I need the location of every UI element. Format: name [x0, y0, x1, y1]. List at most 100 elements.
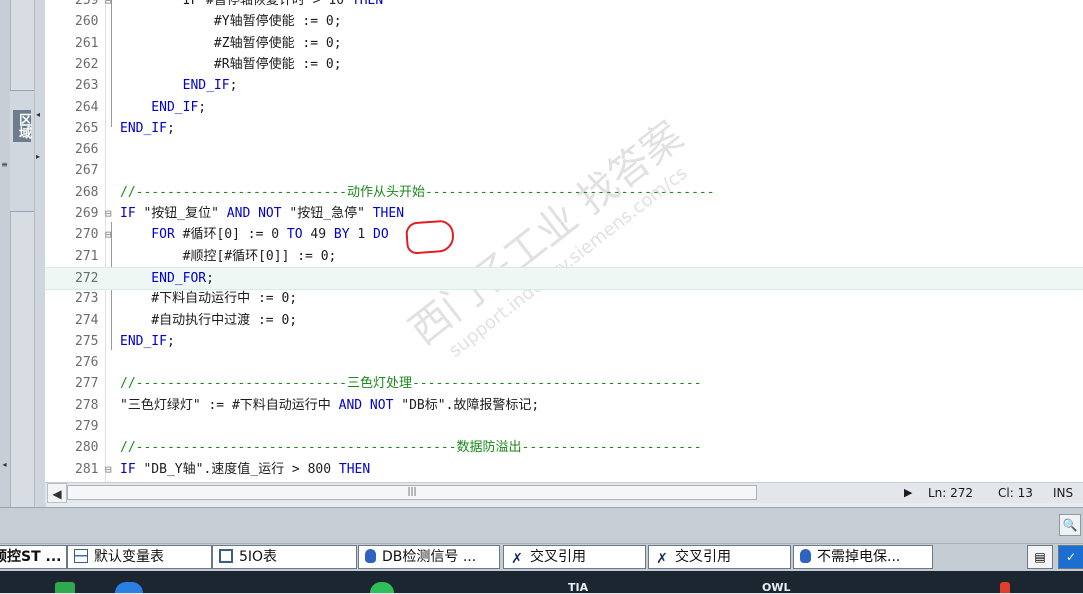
code-line[interactable]: 276: [45, 352, 1083, 373]
editor-taskbar: ▤ ✓ 顺控ST ... 默认变量表 5IO表 DB检测信号 ... ✗ 交叉引用 ✗ 交叉引…: [0, 543, 1083, 572]
checkbox-icon[interactable]: ✓: [1058, 545, 1083, 569]
app-icon[interactable]: OWL: [762, 581, 791, 594]
tia-portal-icon[interactable]: TIA: [568, 581, 588, 594]
code-line[interactable]: 271 #顺控[#循环[0]] := 0;: [45, 246, 1083, 267]
left-task-tab-label[interactable]: 区域: [13, 110, 31, 142]
editor-tab-label: 交叉引用: [675, 549, 731, 565]
line-indicator: Ln: 272: [928, 486, 974, 500]
code-line[interactable]: 280 //-----------------------------------…: [45, 437, 1083, 458]
code-line[interactable]: 272 END_FOR;: [45, 266, 1083, 290]
line-number: 280: [75, 440, 99, 456]
code-line[interactable]: 266: [45, 139, 1083, 160]
code-text: #顺控[#循环[0]] := 0;: [120, 248, 337, 264]
code-text: IF "DB_Y轴".速度值_运行 > 800 THEN: [120, 461, 371, 477]
code-text: #自动执行中过渡 := 0;: [120, 312, 298, 328]
editor-tab-label: 5IO表: [239, 549, 278, 565]
code-text: //--------------------------------------…: [120, 440, 702, 456]
horizontal-scrollbar[interactable]: ◀ |||: [45, 482, 900, 503]
code-line[interactable]: 278 "三色灯绿灯" := #下料自动运行中 AND NOT "DB标".故障报…: [45, 395, 1083, 416]
scroll-left-icon[interactable]: ◀: [47, 483, 67, 503]
line-number: 275: [75, 333, 99, 349]
code-line[interactable]: 262 #R轴暂停使能 := 0;: [45, 54, 1083, 75]
line-number: 277: [75, 376, 99, 392]
code-line[interactable]: 261 #Z轴暂停使能 := 0;: [45, 33, 1083, 54]
left-task-tab[interactable]: [10, 90, 35, 212]
editor-tab[interactable]: ✗ 交叉引用: [648, 545, 791, 569]
editor-tab[interactable]: DB检测信号 ...: [358, 545, 500, 569]
code-line[interactable]: 263 END_IF;: [45, 75, 1083, 96]
code-line[interactable]: 275 END_IF;: [45, 331, 1083, 352]
line-number: 267: [75, 163, 99, 179]
table-icon: [74, 549, 88, 563]
line-number: 265: [75, 120, 99, 136]
cross-ref-icon: ✗: [511, 551, 523, 567]
frame-icon: [219, 549, 233, 563]
left-panel: ≡ ◂ 区域 ◂ ▸: [0, 0, 46, 507]
line-number: 262: [75, 56, 99, 72]
code-line[interactable]: 268 //---------------------------动作从头开始--…: [45, 182, 1083, 203]
layout-icon[interactable]: ▤: [1027, 545, 1053, 569]
code-text: //---------------------------动作从头开始-----…: [120, 184, 715, 200]
code-line[interactable]: 273 #下料自动运行中 := 0;: [45, 288, 1083, 309]
app-icon[interactable]: [1000, 582, 1010, 593]
code-text: END_IF;: [120, 333, 175, 349]
code-line[interactable]: 267: [45, 160, 1083, 181]
code-text: #Y轴暂停使能 := 0;: [120, 14, 342, 30]
code-line[interactable]: 281 ⊟ IF "DB_Y轴".速度值_运行 > 800 THEN: [45, 459, 1083, 480]
lower-panel: 🔍: [0, 507, 1083, 544]
fold-toggle-icon[interactable]: ⊟: [105, 0, 117, 11]
code-text: //---------------------------三色灯处理------…: [120, 376, 702, 392]
fold-toggle-icon[interactable]: ⊟: [105, 203, 117, 224]
grip-icon: ≡: [1, 160, 8, 169]
editor-tab[interactable]: 顺控ST ...: [0, 545, 67, 569]
insert-mode-indicator: INS: [1053, 486, 1074, 500]
line-number: 271: [75, 248, 99, 264]
code-line[interactable]: 270 ⊟ FOR #循环[0] := 0 TO 49 BY 1 DO: [45, 224, 1083, 245]
code-line[interactable]: 264 END_IF;: [45, 97, 1083, 118]
chat-icon[interactable]: [370, 582, 394, 593]
code-line[interactable]: 260 #Y轴暂停使能 := 0;: [45, 11, 1083, 32]
code-line[interactable]: 277 //---------------------------三色灯处理---…: [45, 373, 1083, 394]
code-text: #R轴暂停使能 := 0;: [120, 56, 342, 72]
line-number: 266: [75, 142, 99, 158]
code-text: END_IF;: [120, 78, 238, 94]
zoom-icon[interactable]: 🔍: [1059, 514, 1081, 536]
line-number: 259: [75, 0, 99, 8]
app-icon[interactable]: [55, 582, 75, 593]
editor-tab[interactable]: 默认变量表: [67, 545, 212, 569]
chevron-right-icon[interactable]: ▶: [904, 483, 912, 503]
cross-ref-icon: ✗: [656, 551, 668, 567]
code-text: "三色灯绿灯" := #下料自动运行中 AND NOT "DB标".故障报警标记…: [120, 397, 540, 413]
editor-tab[interactable]: ✗ 交叉引用: [503, 545, 646, 569]
line-number: 276: [75, 355, 99, 371]
line-number: 269: [75, 206, 99, 221]
code-line[interactable]: 274 #自动执行中过渡 := 0;: [45, 310, 1083, 331]
line-number: 261: [75, 35, 99, 51]
chevron-left-icon[interactable]: ◂: [1, 460, 8, 470]
line-number: 273: [75, 291, 99, 307]
line-number: 281: [75, 461, 99, 477]
browser-icon[interactable]: [115, 582, 143, 593]
left-collapse-bar[interactable]: ≡ ◂: [0, 0, 11, 507]
line-number: 274: [75, 312, 99, 328]
code-line[interactable]: 279: [45, 416, 1083, 437]
editor-tab-label: 交叉引用: [530, 549, 586, 565]
line-number: 279: [75, 419, 99, 434]
db-icon: [365, 549, 376, 563]
code-line[interactable]: 259 ⊟ IF #暂停轴恢复计时 > 10 THEN: [45, 0, 1083, 11]
chevron-right-icon[interactable]: ▸: [36, 152, 40, 161]
fold-toggle-icon[interactable]: ⊟: [105, 459, 117, 480]
editor-tab[interactable]: 5IO表: [212, 545, 357, 569]
db-icon: [800, 549, 811, 563]
chevron-left-icon[interactable]: ◂: [36, 110, 40, 119]
code-line[interactable]: 265 END_IF;: [45, 118, 1083, 139]
line-number: 268: [75, 184, 99, 200]
scroll-thumb[interactable]: |||: [67, 485, 757, 500]
line-number: 272: [75, 270, 99, 286]
os-taskbar: TIA OWL: [0, 571, 1083, 594]
code-line[interactable]: 269 ⊟ IF "按钮_复位" AND NOT "按钮_急停" THEN: [45, 203, 1083, 224]
code-editor[interactable]: 西门子工业 找答案 support.industry.siemens.com/c…: [45, 0, 1083, 482]
editor-tab[interactable]: 不需掉电保...: [793, 545, 933, 569]
code-text: FOR #循环[0] := 0 TO 49 BY 1 DO: [120, 227, 389, 243]
fold-toggle-icon[interactable]: ⊟: [105, 224, 117, 245]
